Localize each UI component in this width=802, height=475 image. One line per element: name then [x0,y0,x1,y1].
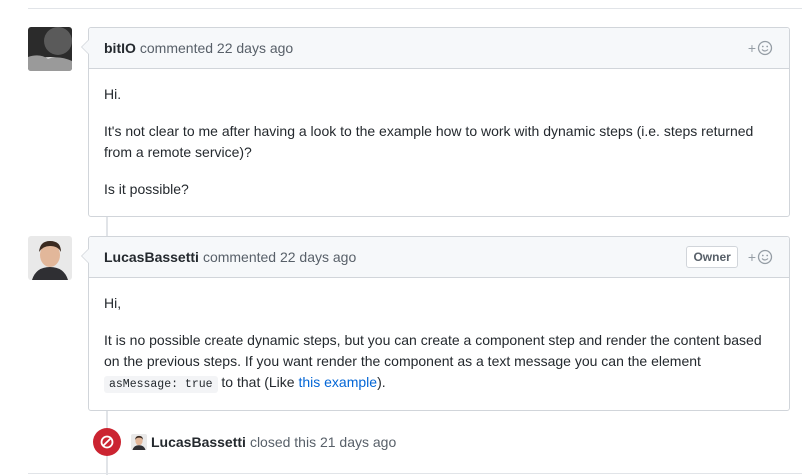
mini-avatar[interactable] [131,434,147,450]
avatar-image [28,236,72,280]
closed-event: LucasBassetti closed this 21 days ago [93,428,396,456]
event-author[interactable]: LucasBassetti [151,434,246,450]
comment-text: to that (Like [217,374,299,390]
comment-paragraph: It is no possible create dynamic steps, … [104,330,774,395]
add-reaction-button[interactable]: + [748,249,773,265]
comment-header: LucasBassetti commented 22 days ago Owne… [89,237,789,278]
comment-header: bitIO commented 22 days ago + [89,28,789,69]
comment-paragraph: Hi, [104,295,122,311]
comment-body: Hi, It is no possible create dynamic ste… [89,278,789,408]
add-reaction-button[interactable]: + [748,40,773,56]
comment-actions: Owner + [686,237,773,277]
comment-paragraph: It's not clear to me after having a look… [104,123,754,160]
comment-text: It is no possible create dynamic steps, … [104,332,762,369]
event-text: closed this 21 days ago [249,434,397,450]
bottom-divider [28,473,802,474]
comment-actions: + [748,28,773,68]
comment-body: Hi. It's not clear to me after having a … [89,69,789,213]
comment-bitio: bitIO commented 22 days ago + Hi. It's n… [81,27,790,217]
avatar-image [28,27,72,71]
example-link[interactable]: this example [298,374,377,390]
comment-text: ). [377,374,386,390]
comment-paragraph: Is it possible? [104,181,189,197]
avatar-lucasbassetti[interactable] [28,236,72,280]
owner-badge: Owner [686,246,738,268]
comment-lucasbassetti: LucasBassetti commented 22 days ago Owne… [81,236,790,411]
comment-author[interactable]: LucasBassetti [104,249,199,265]
comment-meta[interactable]: commented 22 days ago [140,40,293,56]
comment-meta[interactable]: commented 22 days ago [203,249,356,265]
top-divider [28,8,802,9]
inline-code: asMessage: true [104,376,218,393]
add-reaction-icon [757,40,773,56]
avatar-bitio[interactable] [28,27,72,71]
plus-icon: + [747,40,756,56]
plus-icon: + [747,249,756,265]
add-reaction-icon [757,249,773,265]
closed-circle-icon [93,428,121,456]
comment-author[interactable]: bitIO [104,40,136,56]
comment-paragraph: Hi. [104,86,122,102]
